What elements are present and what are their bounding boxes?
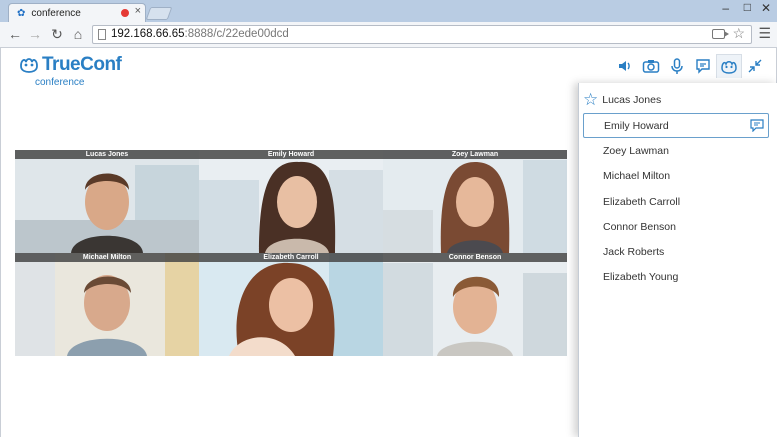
- home-icon[interactable]: ⌂: [69, 26, 87, 42]
- reload-icon[interactable]: ↻: [48, 26, 66, 43]
- chat-icon: [696, 59, 710, 74]
- participant-item[interactable]: Elizabeth Carroll: [583, 189, 769, 214]
- speaker-button[interactable]: [612, 54, 638, 78]
- participants-panel: ☆ Lucas Jones Emily Howard Zoey Lawman M…: [578, 83, 777, 437]
- video-tile[interactable]: Connor Benson: [383, 253, 567, 356]
- window-close-icon[interactable]: ✕: [761, 1, 771, 15]
- participant-name: Zoey Lawman: [603, 144, 669, 157]
- brand-subtitle: conference: [35, 77, 85, 88]
- participants-icon: [721, 60, 737, 74]
- tile-name-label: Michael Milton: [15, 253, 199, 262]
- video-tile[interactable]: Emily Howard: [199, 150, 383, 253]
- participant-name: Jack Roberts: [603, 246, 665, 259]
- participant-item[interactable]: Michael Milton: [583, 164, 769, 189]
- video-grid: Lucas Jones Emily Howard Zoey Lawman Mic…: [15, 150, 567, 356]
- video-tile[interactable]: Elizabeth Carroll: [199, 253, 383, 356]
- participant-item[interactable]: Emily Howard: [583, 113, 769, 139]
- tile-name-label: Connor Benson: [383, 253, 567, 262]
- participant-item[interactable]: Zoey Lawman: [583, 138, 769, 163]
- maximize-icon[interactable]: □: [744, 0, 751, 14]
- microphone-icon: [671, 57, 683, 74]
- participant-name: Connor Benson: [603, 220, 676, 233]
- participant-video: [15, 150, 199, 253]
- url-path: :8888/c/22ede00dcd: [184, 28, 289, 40]
- url-host: 192.168.66.65: [111, 28, 185, 40]
- tab-close-icon[interactable]: ×: [135, 5, 141, 17]
- participant-video: [383, 253, 567, 356]
- participants-button[interactable]: [716, 54, 742, 78]
- participant-item[interactable]: Jack Roberts: [583, 239, 769, 264]
- participant-name: Elizabeth Young: [603, 271, 679, 284]
- video-tile[interactable]: Zoey Lawman: [383, 150, 567, 253]
- trueconf-logo: TrueConf conference: [19, 54, 122, 88]
- browser-menu-icon[interactable]: ☰: [758, 25, 771, 42]
- conference-toolbar: [612, 54, 768, 78]
- participant-item[interactable]: Connor Benson: [583, 214, 769, 239]
- microphone-button[interactable]: [664, 54, 690, 78]
- tab-title: conference: [31, 8, 81, 19]
- owner-name: Lucas Jones: [602, 94, 662, 106]
- browser-tabstrip: ✿ conference × – □ ✕: [0, 0, 777, 23]
- tile-name-label: Emily Howard: [199, 150, 383, 159]
- forward-icon[interactable]: →: [26, 26, 44, 42]
- participant-name: Michael Milton: [603, 170, 671, 183]
- camera-button[interactable]: [638, 54, 664, 78]
- recording-indicator-icon: [121, 9, 129, 17]
- participant-video: [199, 253, 383, 356]
- tile-name-label: Elizabeth Carroll: [199, 253, 383, 262]
- new-tab-button[interactable]: [145, 7, 173, 20]
- brand-name: TrueConf: [42, 54, 122, 75]
- page-icon: [98, 29, 106, 40]
- participant-name: Elizabeth Carroll: [603, 195, 681, 208]
- participant-video: [383, 150, 567, 253]
- bookmark-star-icon[interactable]: ☆: [732, 25, 745, 42]
- back-icon[interactable]: ←: [6, 26, 24, 42]
- tile-name-label: Lucas Jones: [15, 150, 199, 159]
- participant-video: [15, 253, 199, 356]
- collapse-button[interactable]: [742, 54, 768, 78]
- speaker-icon: [619, 61, 630, 71]
- address-bar[interactable]: 192.168.66.65:8888/c/22ede00dcd ☆: [92, 25, 752, 44]
- video-tile[interactable]: Michael Milton: [15, 253, 199, 356]
- owner-star-icon: ☆: [583, 90, 599, 109]
- browser-toolbar: ← → ↻ ⌂ 192.168.66.65:8888/c/22ede00dcd …: [0, 22, 777, 48]
- chat-button[interactable]: [690, 54, 716, 78]
- camera-icon: [642, 60, 660, 73]
- browser-tab[interactable]: ✿ conference ×: [8, 3, 146, 23]
- conference-app: TrueConf conference Lucas Jones Emily Ho…: [0, 48, 777, 437]
- video-tile[interactable]: Lucas Jones: [15, 150, 199, 253]
- trueconf-favicon-icon: ✿: [17, 8, 26, 19]
- tile-name-label: Zoey Lawman: [383, 150, 567, 159]
- trueconf-logo-icon: [20, 58, 38, 73]
- collapse-icon: [748, 59, 762, 73]
- minimize-icon[interactable]: –: [722, 1, 729, 15]
- conference-owner[interactable]: ☆ Lucas Jones: [583, 91, 661, 109]
- participant-video: [199, 150, 383, 253]
- chat-icon[interactable]: [750, 119, 764, 132]
- participants-list: Emily Howard Zoey Lawman Michael Milton …: [583, 113, 769, 290]
- participant-name: Emily Howard: [604, 119, 669, 132]
- participant-item[interactable]: Elizabeth Young: [583, 265, 769, 290]
- camera-permission-icon[interactable]: [712, 29, 729, 39]
